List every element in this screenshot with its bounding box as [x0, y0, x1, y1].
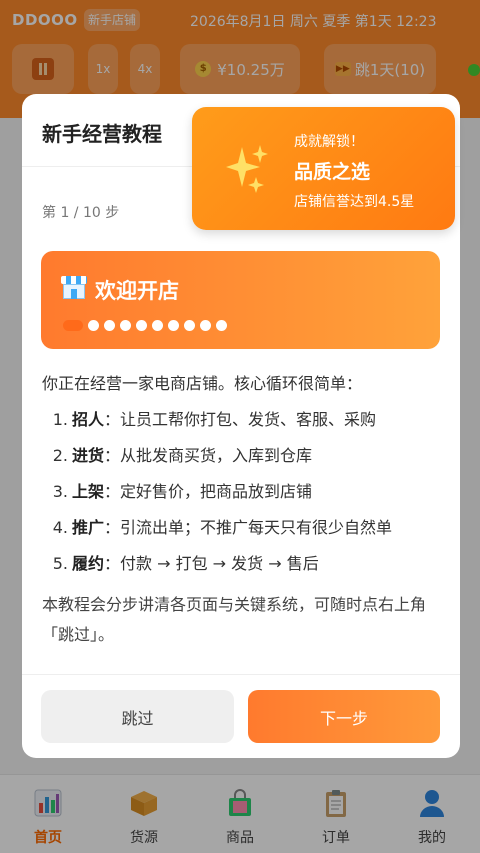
toast-title: 品质之选 [294, 161, 371, 183]
modal-title: 新手经营教程 [42, 122, 162, 146]
progress-dot [120, 320, 131, 331]
list-item: 1. 招人：让员工帮你打包、发货、客服、采购 [52, 410, 377, 429]
list-item: 2. 进货：从批发商买货，入库到仓库 [52, 446, 313, 465]
progress-dot [136, 320, 147, 331]
closing-text: 本教程会分步讲清各页面与关键系统，可随时点右上角「跳过」。 [42, 595, 427, 644]
progress-dot [184, 320, 195, 331]
modal-footer-divider [22, 674, 460, 675]
step-counter: 第 1 / 10 步 [42, 205, 120, 221]
sparkle-icon [226, 145, 270, 195]
step-banner: 欢迎开店 [41, 251, 440, 349]
intro-text: 你正在经营一家电商店铺。核心循环很简单： [42, 374, 363, 393]
core-loop-list: 1. 招人：让员工帮你打包、发货、客服、采购 2. 进货：从批发商买货，入库到仓库 … [42, 406, 442, 586]
achievement-toast[interactable]: 成就解锁！ 品质之选 店铺信誉达到4.5星 [192, 107, 455, 230]
store-icon [61, 276, 87, 300]
progress-dot [200, 320, 211, 331]
step-progress-dots [63, 320, 227, 331]
toast-caption: 成就解锁！ [294, 134, 364, 150]
banner-title: 欢迎开店 [95, 279, 179, 303]
progress-dot-active [63, 320, 83, 331]
list-item: 5. 履约：付款 → 打包 → 发货 → 售后 [52, 554, 319, 573]
progress-dot [88, 320, 99, 331]
list-item: 3. 上架：定好售价，把商品放到店铺 [52, 482, 313, 501]
progress-dot [168, 320, 179, 331]
list-item: 4. 推广：引流出单；不推广每天只有很少自然单 [52, 518, 393, 537]
next-step-button[interactable]: 下一步 [248, 690, 440, 743]
skip-button[interactable]: 跳过 [41, 690, 234, 743]
progress-dot [104, 320, 115, 331]
progress-dot [216, 320, 227, 331]
toast-description: 店铺信誉达到4.5星 [294, 194, 415, 210]
progress-dot [152, 320, 163, 331]
